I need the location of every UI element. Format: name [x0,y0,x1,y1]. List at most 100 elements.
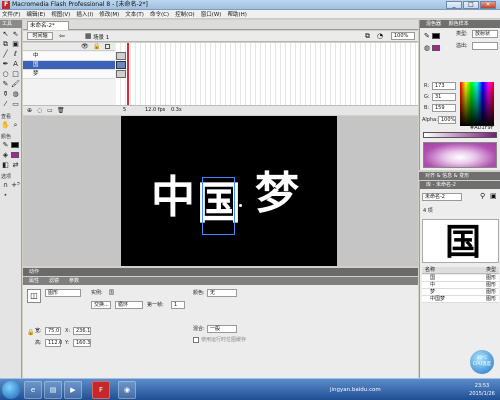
stroke-color-icon[interactable]: ✎ [1,141,10,150]
timeline-toggle-button[interactable]: 时间轴 [27,32,53,40]
ink-bottle-tool-icon[interactable]: ⚱ [1,90,10,99]
swap-symbol-button[interactable]: 交换... [91,301,111,309]
menu-control[interactable]: 控制(O) [175,10,195,18]
lasso-tool-icon[interactable]: ℓ [11,50,20,59]
col-kind[interactable]: 类型 [486,267,496,274]
layer-row-zhong[interactable]: 中 [23,52,115,61]
smooth-option-icon[interactable]: +⁵ [11,181,20,190]
tab-color-swatches[interactable]: 颜色样本 [449,21,469,27]
free-transform-tool-icon[interactable]: ⧉ [1,40,10,49]
cache-checkbox[interactable] [193,337,199,343]
system-clock[interactable]: 23:53 2015/1/26 [466,382,498,398]
back-arrow-icon[interactable]: ⇦ [59,32,65,40]
lock-icon[interactable]: 🔒 [93,43,100,50]
delete-layer-icon[interactable]: 🗑 [57,106,65,115]
black-white-icon[interactable]: ◧ [1,161,10,170]
snap-magnet-icon[interactable]: ∩ [1,181,10,190]
symbol-type-select[interactable]: 图形 [45,289,81,297]
zoom-tool-icon[interactable]: ⌕ [11,121,20,130]
add-guide-icon[interactable]: ◌ [37,106,42,115]
new-library-icon[interactable]: ▣ [490,192,497,200]
keyframe-zhong[interactable] [116,52,126,60]
maximize-button[interactable]: □ [463,1,479,9]
red-input[interactable]: 173 [432,82,456,90]
edit-scene-icon[interactable]: ⧉ [365,32,370,41]
pin-icon[interactable]: ⚲ [480,192,485,200]
layer-row-guo[interactable]: 国 [23,61,115,70]
brush-tool-icon[interactable]: 🖌 [11,80,20,89]
frame-grid[interactable] [116,43,418,105]
align-info-transform-bar[interactable]: 对齐 & 信息 & 变形 [419,172,500,180]
minimize-button[interactable]: _ [446,1,462,9]
app-taskbar-icon[interactable]: ◉ [118,381,136,399]
ie-taskbar-icon[interactable]: e [24,381,42,399]
library-item[interactable]: 中国梦 图形 [422,296,499,303]
start-button[interactable] [2,381,20,399]
alpha-input[interactable]: 100% [438,116,456,124]
insert-layer-icon[interactable]: ⊕ [27,106,32,115]
library-header[interactable]: 库 - 未命名-2 [420,181,500,189]
menu-insert[interactable]: 插入(I) [76,10,93,18]
stroke-pencil-icon[interactable]: ✎ [424,32,430,40]
flash-taskbar-icon[interactable]: F [92,381,110,399]
fill-type-select[interactable]: 放射状 [472,30,498,38]
color-spectrum[interactable] [460,82,494,126]
tab-parameters[interactable]: 参数 [69,277,79,285]
fill-bucket-icon[interactable]: ◍ [424,44,430,52]
library-item[interactable]: 国图形 [422,275,499,282]
library-doc-select[interactable]: 未命名-2 [422,193,462,201]
actions-panel-bar[interactable]: 动作 [23,268,418,276]
pencil-tool-icon[interactable]: ✎ [1,80,10,89]
layer-row-meng[interactable]: 梦 [23,70,115,79]
hex-value[interactable]: #AD1F9F [470,124,494,132]
menu-file[interactable]: 文件(F) [2,10,20,18]
line-tool-icon[interactable]: ╱ [1,50,10,59]
subselect-tool-icon[interactable]: ⇖ [11,30,20,39]
gradient-transform-tool-icon[interactable]: ▣ [11,40,20,49]
outline-icon[interactable] [105,44,110,49]
menu-help[interactable]: 帮助(H) [227,10,246,18]
menu-commands[interactable]: 命令(C) [150,10,169,18]
x-input[interactable]: 236.1 [73,327,91,335]
gradient-bar[interactable] [423,132,497,138]
media-taskbar-icon[interactable]: ▶ [64,381,82,399]
first-frame-input[interactable]: 1 [171,301,185,309]
stroke-color-swatch[interactable] [11,142,19,148]
menu-view[interactable]: 视图(V) [51,10,70,18]
fill-color-icon[interactable]: ◈ [1,151,10,160]
fill-color-swatch[interactable] [11,152,19,158]
rectangle-tool-icon[interactable]: □ [11,70,20,79]
eraser-tool-icon[interactable]: ▭ [11,100,20,109]
mixer-fill-swatch[interactable] [432,45,440,51]
blue-input[interactable]: 159 [432,104,456,112]
explorer-taskbar-icon[interactable]: ▤ [44,381,62,399]
y-input[interactable]: 160.3 [73,339,91,347]
lock-proportion-icon[interactable]: 🔒 [27,329,34,336]
height-input[interactable]: 112.0 [45,339,62,347]
color-effect-select[interactable]: 无 [207,289,237,297]
insert-folder-icon[interactable]: ▭ [47,106,53,115]
tab-properties[interactable]: 属性 [29,277,39,285]
overflow-select[interactable] [472,42,498,50]
menu-edit[interactable]: 编辑(E) [26,10,45,18]
close-button[interactable]: ✕ [480,1,496,9]
library-item[interactable]: 中图形 [422,282,499,289]
eye-icon[interactable]: 👁 [81,43,89,50]
green-input[interactable]: 31 [432,93,456,101]
document-tab[interactable]: 未命名-2* [27,21,69,30]
hand-tool-icon[interactable]: ✋ [1,121,10,130]
stage-char-zhong[interactable]: 中 [151,174,195,222]
stage[interactable]: 中 国 梦 [121,116,337,266]
pen-tool-icon[interactable]: ✒ [1,60,10,69]
width-input[interactable]: 75.0 [45,327,61,335]
col-name[interactable]: 名称 [425,267,435,274]
arrow-tool-icon[interactable]: ↖ [1,30,10,39]
playhead[interactable] [127,43,129,105]
menu-modify[interactable]: 修改(M) [99,10,119,18]
mixer-stroke-swatch[interactable] [432,33,440,39]
straighten-option-icon[interactable]: ⋆ [1,191,10,200]
edit-symbol-icon[interactable]: ◔ [377,32,383,40]
paint-bucket-tool-icon[interactable]: ◍ [11,90,20,99]
swap-colors-icon[interactable]: ⇄ [11,161,20,170]
blend-select[interactable]: 一般 [207,325,237,333]
